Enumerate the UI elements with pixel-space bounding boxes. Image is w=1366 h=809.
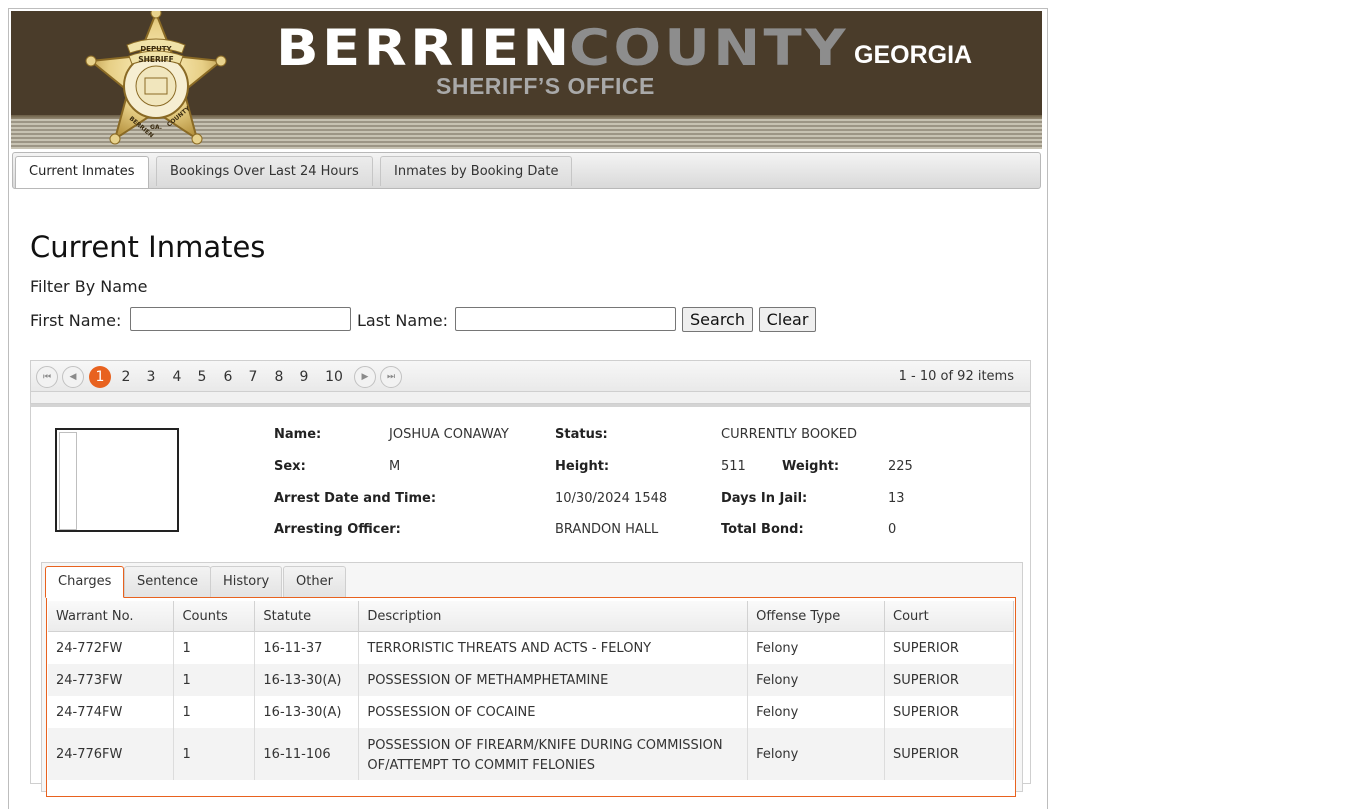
first-page-icon[interactable]: ⏮ bbox=[36, 366, 58, 388]
col-description[interactable]: Description bbox=[358, 601, 749, 632]
table-row[interactable]: 24-774FW 1 16-13-30(A) POSSESSION OF COC… bbox=[48, 696, 1014, 728]
header-subtitle: SHERIFF’S OFFICE bbox=[436, 73, 655, 99]
sheriff-badge-logo: DEPUTY SHERIFF BERRIEN GA. COUNTY bbox=[85, 11, 227, 145]
days-label: Days In Jail: bbox=[721, 491, 808, 506]
cell-counts: 1 bbox=[173, 696, 256, 728]
first-name-input[interactable] bbox=[130, 307, 351, 331]
pager-info: 1 - 10 of 92 items bbox=[898, 369, 1014, 384]
cell-description: POSSESSION OF FIREARM/KNIFE DURING COMMI… bbox=[358, 728, 749, 780]
cell-counts: 1 bbox=[173, 728, 256, 780]
tab-inmates-by-booking-date[interactable]: Inmates by Booking Date bbox=[380, 156, 573, 186]
inmate-height: 511 bbox=[721, 459, 746, 474]
cell-court: SUPERIOR bbox=[884, 664, 1014, 696]
cell-description: POSSESSION OF METHAMPHETAMINE bbox=[358, 664, 749, 696]
last-page-icon[interactable]: ⏭ bbox=[380, 366, 402, 388]
inmate-weight: 225 bbox=[888, 459, 913, 474]
cell-statute: 16-13-30(A) bbox=[254, 664, 360, 696]
officer-label: Arresting Officer: bbox=[274, 522, 401, 537]
cell-warrant: 24-772FW bbox=[48, 631, 175, 664]
charges-table: Warrant No. Counts Statute Description O… bbox=[48, 601, 1014, 780]
bond-label: Total Bond: bbox=[721, 522, 804, 537]
tab-charges[interactable]: Charges bbox=[45, 566, 125, 598]
page-3[interactable]: 3 bbox=[140, 366, 162, 388]
broken-image-icon bbox=[59, 432, 77, 530]
cell-offense-type: Felony bbox=[747, 728, 886, 780]
page-4[interactable]: 4 bbox=[166, 366, 188, 388]
status-label: Status: bbox=[555, 427, 608, 442]
page-5[interactable]: 5 bbox=[191, 366, 213, 388]
pager: ⏮ ◀ 1 2 3 4 5 6 7 8 9 10 ▶ ⏭ 1 - 10 of 9… bbox=[30, 360, 1031, 392]
header-title-state: GEORGIA bbox=[854, 41, 973, 69]
col-counts[interactable]: Counts bbox=[173, 601, 256, 632]
filter-label: Filter By Name bbox=[30, 277, 148, 296]
clear-button[interactable]: Clear bbox=[759, 307, 816, 332]
sex-label: Sex: bbox=[274, 459, 306, 474]
inmate-name: JOSHUA CONAWAY bbox=[389, 427, 509, 442]
search-button[interactable]: Search bbox=[682, 307, 753, 332]
cell-offense-type: Felony bbox=[747, 664, 886, 696]
cell-warrant: 24-774FW bbox=[48, 696, 175, 728]
inmate-arresting-officer: BRANDON HALL bbox=[555, 522, 659, 537]
col-statute[interactable]: Statute bbox=[254, 601, 360, 632]
table-row[interactable]: 24-772FW 1 16-11-37 TERRORISTIC THREATS … bbox=[48, 631, 1014, 664]
tab-bookings-24-hours[interactable]: Bookings Over Last 24 Hours bbox=[156, 156, 373, 186]
cell-statute: 16-13-30(A) bbox=[254, 696, 360, 728]
cell-counts: 1 bbox=[173, 664, 256, 696]
pager-spacer bbox=[30, 392, 1031, 404]
last-name-label: Last Name: bbox=[357, 311, 449, 330]
tab-other[interactable]: Other bbox=[283, 566, 346, 597]
header-title-berrien: BERRIEN bbox=[276, 19, 573, 77]
prev-page-icon[interactable]: ◀ bbox=[62, 366, 84, 388]
next-page-icon[interactable]: ▶ bbox=[354, 366, 376, 388]
tab-sentence[interactable]: Sentence bbox=[124, 566, 211, 597]
cell-court: SUPERIOR bbox=[884, 728, 1014, 780]
cell-warrant: 24-773FW bbox=[48, 664, 175, 696]
cell-court: SUPERIOR bbox=[884, 696, 1014, 728]
cell-warrant: 24-776FW bbox=[48, 728, 175, 780]
weight-label: Weight: bbox=[782, 459, 840, 474]
col-court[interactable]: Court bbox=[884, 601, 1014, 632]
page-8[interactable]: 8 bbox=[268, 366, 290, 388]
page-10[interactable]: 10 bbox=[321, 366, 347, 388]
first-name-label: First Name: bbox=[30, 311, 122, 330]
header-title-county: COUNTY bbox=[569, 19, 849, 77]
col-warrant-no[interactable]: Warrant No. bbox=[48, 601, 175, 632]
page-9[interactable]: 9 bbox=[293, 366, 315, 388]
inmate-total-bond: 0 bbox=[888, 522, 897, 537]
col-offense-type[interactable]: Offense Type bbox=[747, 601, 886, 632]
cell-statute: 16-11-106 bbox=[254, 728, 360, 780]
page-6[interactable]: 6 bbox=[217, 366, 239, 388]
height-label: Height: bbox=[555, 459, 610, 474]
cell-description: POSSESSION OF COCAINE bbox=[358, 696, 749, 728]
cell-counts: 1 bbox=[173, 631, 256, 664]
page-1[interactable]: 1 bbox=[89, 366, 111, 388]
table-row[interactable]: 24-773FW 1 16-13-30(A) POSSESSION OF MET… bbox=[48, 664, 1014, 696]
inmate-days-in-jail: 13 bbox=[888, 491, 905, 506]
inmate-sex: M bbox=[389, 459, 401, 474]
badge-text-ga: GA. bbox=[150, 124, 162, 131]
name-label: Name: bbox=[274, 427, 322, 442]
arrest-label: Arrest Date and Time: bbox=[274, 491, 437, 506]
cell-description: TERRORISTIC THREATS AND ACTS - FELONY bbox=[358, 631, 749, 664]
page-2[interactable]: 2 bbox=[115, 366, 137, 388]
inmate-status: CURRENTLY BOOKED bbox=[721, 427, 858, 442]
header-banner: DEPUTY SHERIFF BERRIEN GA. COUNTY BERRIE… bbox=[11, 11, 1042, 149]
inmate-arrest-date: 10/30/2024 1548 bbox=[555, 491, 668, 506]
badge-text-deputy: DEPUTY bbox=[140, 45, 172, 53]
inmate-photo bbox=[55, 428, 179, 532]
badge-text-sheriff: SHERIFF bbox=[138, 55, 174, 64]
tab-history[interactable]: History bbox=[210, 566, 283, 597]
page-7[interactable]: 7 bbox=[242, 366, 264, 388]
cell-offense-type: Felony bbox=[747, 631, 886, 664]
cell-statute: 16-11-37 bbox=[254, 631, 360, 664]
table-row[interactable]: 24-776FW 1 16-11-106 POSSESSION OF FIREA… bbox=[48, 728, 1014, 780]
page-title: Current Inmates bbox=[30, 230, 266, 264]
tab-current-inmates[interactable]: Current Inmates bbox=[15, 156, 149, 188]
charges-header-row: Warrant No. Counts Statute Description O… bbox=[48, 601, 1014, 632]
last-name-input[interactable] bbox=[455, 307, 676, 331]
cell-offense-type: Felony bbox=[747, 696, 886, 728]
cell-court: SUPERIOR bbox=[884, 631, 1014, 664]
